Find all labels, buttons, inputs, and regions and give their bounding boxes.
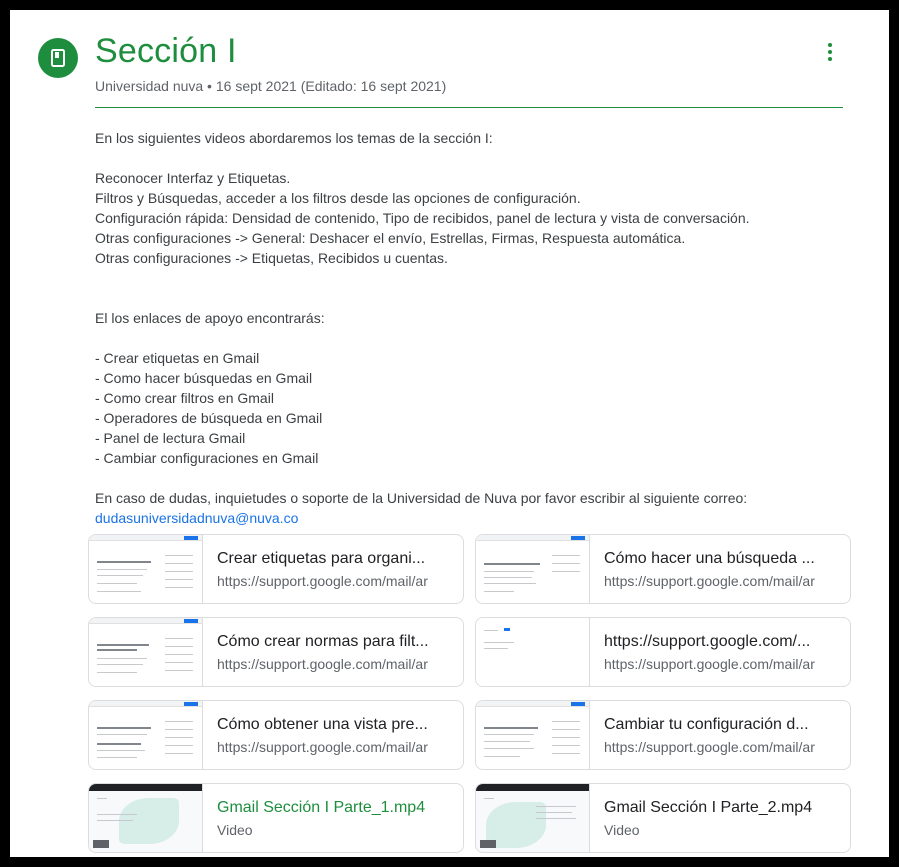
classwork-material-panel: Sección I Universidad nuva • 16 sept 202… (10, 10, 889, 857)
link-thumbnail (476, 535, 590, 603)
topic-item: Reconocer Interfaz y Etiquetas. (95, 170, 291, 186)
attachment-link-card[interactable]: https://support.google.com/... https://s… (475, 617, 851, 687)
attachment-url: https://support.google.com/mail/ar (217, 656, 428, 672)
attachment-url: https://support.google.com/mail/ar (217, 739, 428, 755)
attachment-link-card[interactable]: Cómo hacer una búsqueda ... https://supp… (475, 534, 851, 604)
attachment-title: Cómo crear normas para filt... (217, 633, 429, 650)
support-link-item: - Como crear filtros en Gmail (95, 390, 274, 406)
attachment-url: https://support.google.com/mail/ar (604, 573, 815, 589)
more-vert-icon[interactable] (818, 40, 842, 64)
email-link[interactable]: dudasuniversidadnuva@nuva.co (95, 510, 298, 526)
description: En los siguientes videos abordaremos los… (95, 128, 855, 528)
attachment-video-card[interactable]: Gmail Sección I Parte_1.mp4 Video (88, 783, 464, 853)
topic-item: Otras configuraciones -> Etiquetas, Reci… (95, 250, 448, 266)
support-link-item: - Crear etiquetas en Gmail (95, 350, 260, 366)
link-thumbnail (89, 535, 203, 603)
topic-item: Configuración rápida: Densidad de conten… (95, 210, 750, 226)
attachment-link-card[interactable]: Cómo obtener una vista pre... https://su… (88, 700, 464, 770)
links-intro-text: El los enlaces de apoyo encontrarás: (95, 310, 325, 326)
link-thumbnail (476, 701, 590, 769)
attachment-url: https://support.google.com/mail/ar (604, 739, 815, 755)
topic-item: Filtros y Búsquedas, acceder a los filtr… (95, 190, 581, 206)
intro-text: En los siguientes videos abordaremos los… (95, 130, 493, 146)
attachment-type: Video (604, 822, 640, 838)
attachment-title: Cambiar tu configuración d... (604, 716, 809, 733)
video-thumbnail (476, 784, 590, 852)
attachment-title: https://support.google.com/... (604, 633, 811, 650)
link-thumbnail (89, 701, 203, 769)
attachment-video-card[interactable]: Gmail Sección I Parte_2.mp4 Video (475, 783, 851, 853)
support-link-item: - Panel de lectura Gmail (95, 430, 246, 446)
video-thumbnail (89, 784, 203, 852)
support-link-item: - Cambiar configuraciones en Gmail (95, 450, 319, 466)
attachment-url: https://support.google.com/mail/ar (217, 573, 428, 589)
divider (95, 107, 843, 108)
book-icon (38, 38, 78, 78)
topic-item: Otras configuraciones -> General: Deshac… (95, 230, 686, 246)
link-thumbnail (476, 618, 590, 686)
attachment-type: Video (217, 822, 253, 838)
page-title: Sección I (95, 32, 237, 70)
link-thumbnail (89, 618, 203, 686)
attachment-title: Cómo hacer una búsqueda ... (604, 550, 815, 567)
contact-text: En caso de dudas, inquietudes o soporte … (95, 490, 748, 506)
attachment-link-card[interactable]: Crear etiquetas para organi... https://s… (88, 534, 464, 604)
support-link-item: - Operadores de búsqueda en Gmail (95, 410, 323, 426)
attachment-title: Gmail Sección I Parte_2.mp4 (604, 799, 813, 816)
attachment-title: Cómo obtener una vista pre... (217, 716, 428, 733)
attachment-link-card[interactable]: Cómo crear normas para filt... https://s… (88, 617, 464, 687)
attachment-url: https://support.google.com/mail/ar (604, 656, 815, 672)
attachment-title: Crear etiquetas para organi... (217, 550, 426, 567)
post-meta: Universidad nuva • 16 sept 2021 (Editado… (95, 78, 447, 94)
attachment-title: Gmail Sección I Parte_1.mp4 (217, 799, 426, 816)
support-link-item: - Como hacer búsquedas en Gmail (95, 370, 313, 386)
attachment-link-card[interactable]: Cambiar tu configuración d... https://su… (475, 700, 851, 770)
